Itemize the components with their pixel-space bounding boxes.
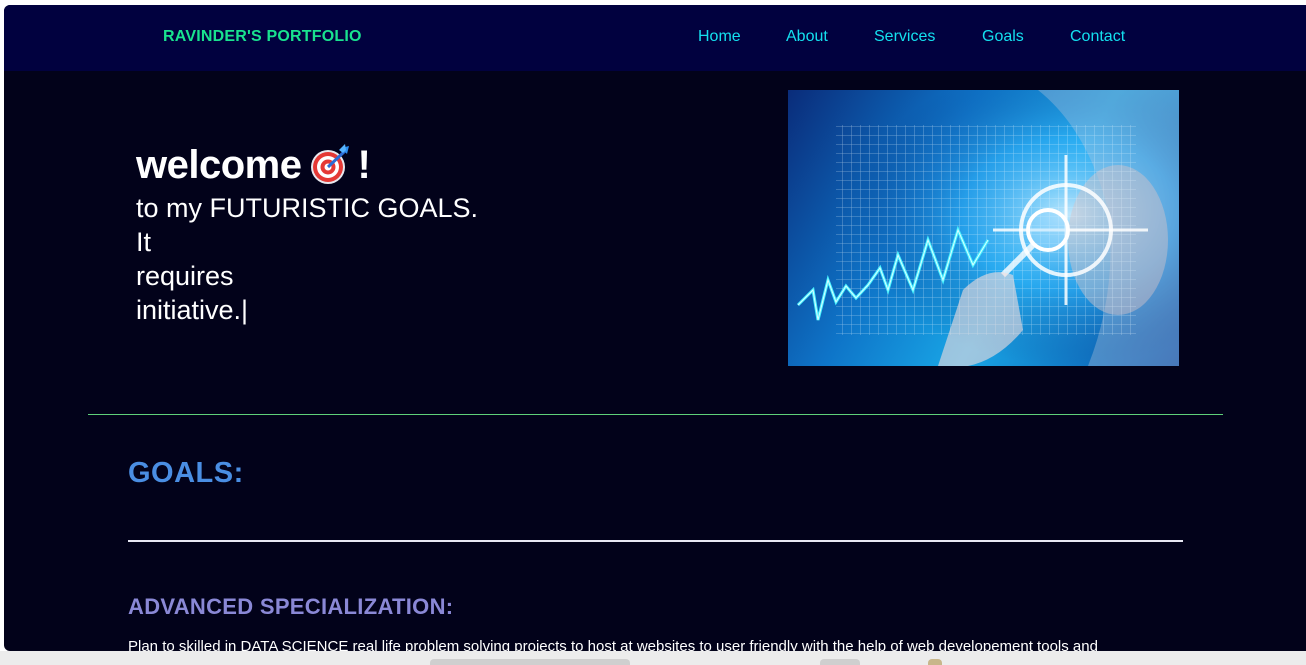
- typed-line: It: [136, 227, 152, 257]
- welcome-heading: welcome !: [136, 141, 516, 189]
- typing-cursor: |: [241, 295, 249, 325]
- nav-link-services[interactable]: Services: [874, 28, 935, 46]
- nav-link-goals[interactable]: Goals: [982, 28, 1024, 46]
- welcome-word: welcome: [136, 142, 302, 187]
- brand-logo-text[interactable]: RAVINDER'S PORTFOLIO: [163, 28, 362, 46]
- nav-link-home[interactable]: Home: [698, 28, 741, 46]
- direct-hit-target-icon: [309, 144, 351, 186]
- navbar: RAVINDER'S PORTFOLIO Home About Services…: [4, 5, 1306, 71]
- welcome-exclamation: !: [357, 142, 371, 187]
- typed-subtitle: to my FUTURISTIC GOALS. It requires init…: [136, 191, 516, 327]
- taskbar: [0, 651, 1306, 665]
- advanced-specialization-heading: ADVANCED SPECIALIZATION:: [128, 594, 454, 619]
- browser-viewport: RAVINDER'S PORTFOLIO Home About Services…: [4, 5, 1306, 651]
- nav-link-contact[interactable]: Contact: [1070, 28, 1125, 46]
- typed-line: to my FUTURISTIC GOALS.: [136, 193, 479, 223]
- typed-line: requires: [136, 261, 234, 291]
- taskbar-item[interactable]: [430, 659, 630, 665]
- section-divider-white: [128, 540, 1183, 542]
- taskbar-item[interactable]: [820, 659, 860, 665]
- hero-text-block: welcome ! to my FUTURISTIC GOALS. It req…: [136, 141, 516, 327]
- nav-link-about[interactable]: About: [786, 28, 828, 46]
- taskbar-item[interactable]: [928, 659, 942, 665]
- typed-line-last: initiative.|: [136, 295, 249, 325]
- goals-heading: GOALS:: [128, 457, 244, 489]
- section-divider-green: [88, 414, 1223, 415]
- hero-image: [788, 90, 1179, 366]
- specialization-paragraph: Plan to skilled in DATA SCIENCE real lif…: [128, 638, 1098, 651]
